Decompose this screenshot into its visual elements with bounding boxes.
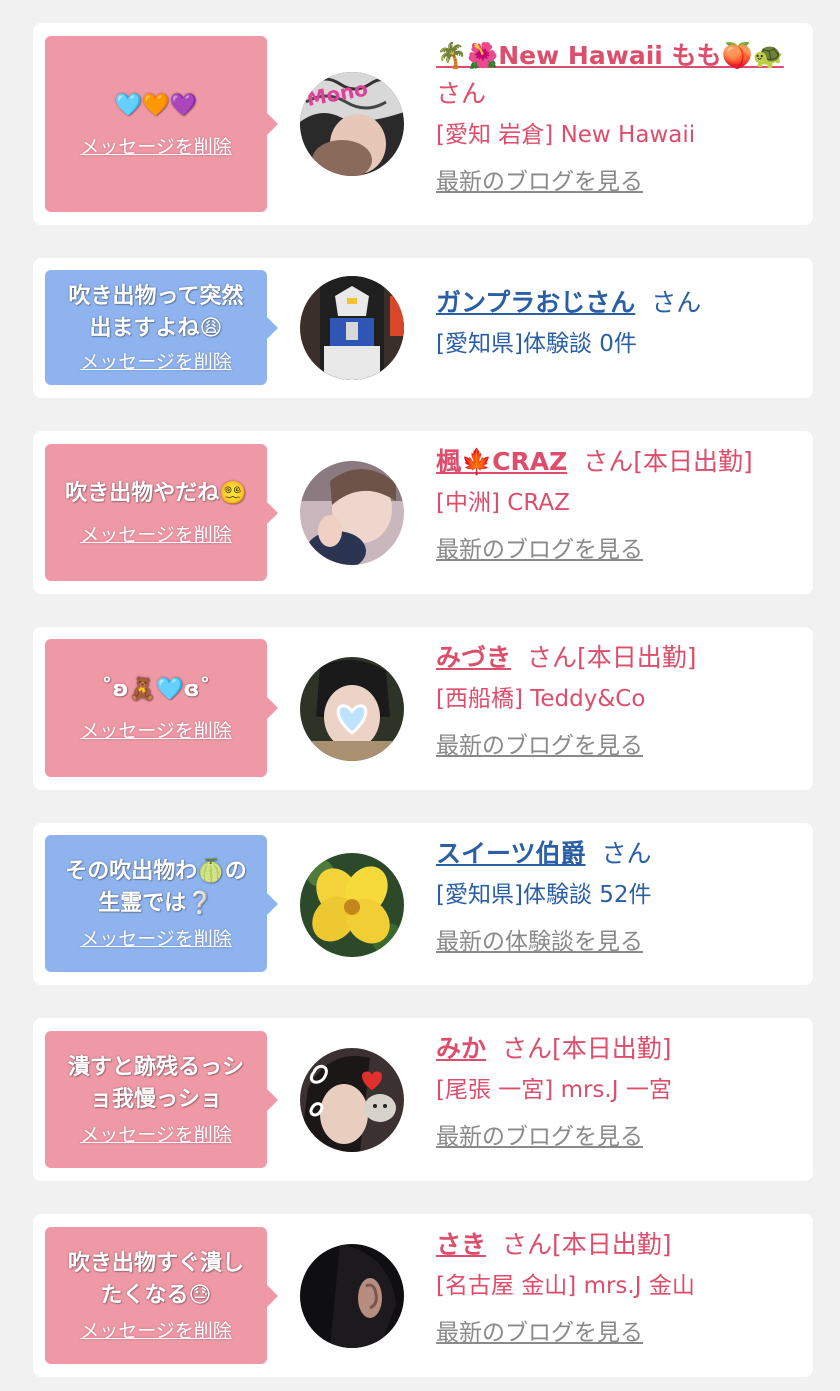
delete-message-link[interactable]: メッセージを削除 [80,520,232,547]
latest-blog-link[interactable]: 最新のブログを見る [436,533,797,567]
delete-message-link[interactable]: メッセージを削除 [80,716,232,743]
delete-message-link[interactable]: メッセージを削除 [80,1316,232,1343]
delete-message-link[interactable]: メッセージを削除 [80,347,232,374]
message-card: 🩵🧡💜 メッセージを削除 Mono 🌴🌺New Hawaii もも🍑🐢 さん [… [33,23,813,225]
message-bubble: 🩵🧡💜 メッセージを削除 [45,36,278,212]
message-list: 🩵🧡💜 メッセージを削除 Mono 🌴🌺New Hawaii もも🍑🐢 さん [… [0,0,840,1391]
shop-info: [愛知 岩倉] New Hawaii [436,122,696,148]
latest-blog-link[interactable]: 最新のブログを見る [436,1120,797,1154]
avatar[interactable] [300,276,404,380]
sender-name-link[interactable]: スイーツ伯爵 [436,839,586,868]
latest-blog-link[interactable]: 最新のブログを見る [436,729,797,763]
sender-name-link[interactable]: 楓🍁CRAZ [436,447,567,476]
sender-info: 楓🍁CRAZ さん[本日出勤] [中洲] CRAZ 最新のブログを見る [436,443,797,567]
message-card: 潰すと跡残るっシ ョ我慢っショ メッセージを削除 みか さん[本日出勤] [尾張 … [33,1018,813,1181]
delete-message-link[interactable]: メッセージを削除 [80,924,232,951]
message-bubble: 潰すと跡残るっシ ョ我慢っショ メッセージを削除 [45,1031,278,1168]
message-bubble: 吹き出物って突然 出ますよね😩 メッセージを削除 [45,270,278,385]
honorific: さん[本日出勤] [502,1034,672,1063]
sender-info: 🌴🌺New Hawaii もも🍑🐢 さん [愛知 岩倉] New Hawaii … [436,37,797,199]
message-text: 吹き出物って突然 出ますよね😩 [68,284,244,341]
shop-info: [西船橋] Teddy&Co [436,686,646,712]
sender-info: みづき さん[本日出勤] [西船橋] Teddy&Co 最新のブログを見る [436,639,797,763]
shop-info: [中洲] CRAZ [436,490,570,516]
avatar[interactable] [300,461,404,565]
message-bubble: 吹き出物やだね😵‍💫 メッセージを削除 [45,444,278,581]
avatar[interactable] [300,657,404,761]
message-text: その吹出物わ🍈の 生霊では❔ [65,859,247,916]
sender-name-link[interactable]: みか [436,1034,486,1063]
message-text: 吹き出物やだね😵‍💫 [65,481,247,506]
message-card: その吹出物わ🍈の 生霊では❔ メッセージを削除 スイーツ伯爵 さん [愛知県]体験… [33,823,813,985]
message-text: ˚ʚ🧸🩵ɞ˚ [101,676,211,702]
message-card: ˚ʚ🧸🩵ɞ˚ メッセージを削除 みづき さん[本日出勤] [西船橋] Teddy&… [33,627,813,790]
sender-name-link[interactable]: 🌴🌺New Hawaii もも🍑🐢 [436,41,784,70]
honorific: さん [436,79,487,108]
latest-blog-link[interactable]: 最新のブログを見る [436,165,797,199]
latest-reviews-link[interactable]: 最新の体験談を見る [436,925,797,959]
delete-message-link[interactable]: メッセージを削除 [80,132,232,159]
honorific: さん[本日出勤] [527,643,697,672]
honorific: さん[本日出勤] [502,1230,672,1259]
sender-info: ガンプラおじさん さん [愛知県]体験談 0件 [436,284,797,362]
shop-info: [名古屋 金山] mrs.J 金山 [436,1273,695,1299]
honorific: さん[本日出勤] [583,447,753,476]
message-text: 吹き出物すぐ潰し たくなる😓 [67,1251,244,1308]
message-text: 潰すと跡残るっシ ョ我慢っショ [67,1055,244,1112]
sender-info: さき さん[本日出勤] [名古屋 金山] mrs.J 金山 最新のブログを見る [436,1226,797,1350]
avatar[interactable]: Mono [300,72,404,176]
message-bubble: 吹き出物すぐ潰し たくなる😓 メッセージを削除 [45,1227,278,1364]
avatar[interactable] [300,1244,404,1348]
sender-name-link[interactable]: さき [436,1230,486,1259]
avatar[interactable] [300,853,404,957]
message-card: 吹き出物って突然 出ますよね😩 メッセージを削除 ガンプラおじさん さん [愛知県… [33,258,813,398]
message-text: 🩵🧡💜 [114,92,198,118]
message-bubble: その吹出物わ🍈の 生霊では❔ メッセージを削除 [45,835,278,972]
latest-blog-link[interactable]: 最新のブログを見る [436,1316,797,1350]
message-bubble: ˚ʚ🧸🩵ɞ˚ メッセージを削除 [45,639,278,777]
sender-info: スイーツ伯爵 さん [愛知県]体験談 52件 最新の体験談を見る [436,835,797,959]
shop-info: [尾張 一宮] mrs.J 一宮 [436,1077,672,1103]
delete-message-link[interactable]: メッセージを削除 [80,1120,232,1147]
shop-info: [愛知県]体験談 0件 [436,331,637,357]
message-card: 吹き出物すぐ潰し たくなる😓 メッセージを削除 さき さん[本日出勤] [名古屋 … [33,1214,813,1377]
shop-info: [愛知県]体験談 52件 [436,882,652,908]
sender-info: みか さん[本日出勤] [尾張 一宮] mrs.J 一宮 最新のブログを見る [436,1030,797,1154]
avatar[interactable] [300,1048,404,1152]
sender-name-link[interactable]: ガンプラおじさん [436,288,635,317]
honorific: さん [601,839,652,868]
message-card: 吹き出物やだね😵‍💫 メッセージを削除 楓🍁CRAZ さん[本日出勤] [中洲] … [33,431,813,594]
sender-name-link[interactable]: みづき [436,643,511,672]
honorific: さん [651,288,702,317]
